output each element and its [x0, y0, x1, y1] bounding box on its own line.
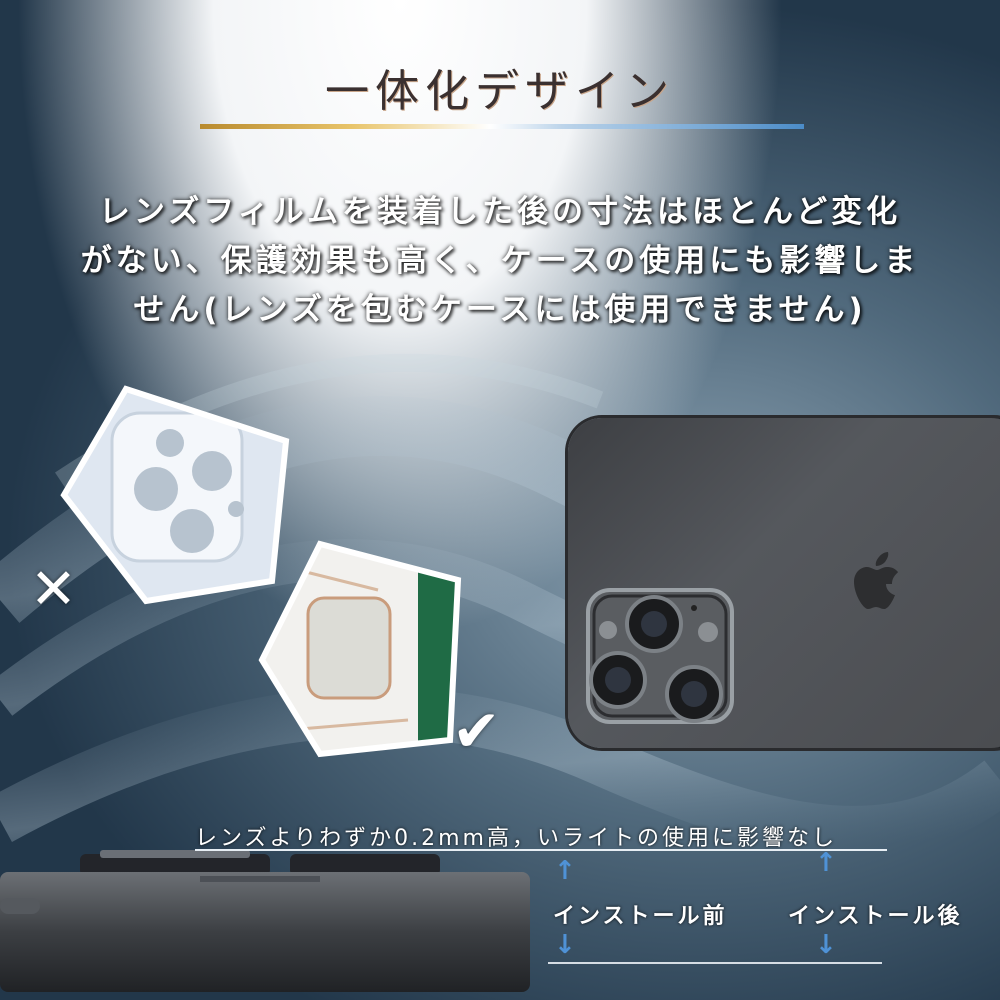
description-line: がない、保護効果も高く、ケースの使用にも影響しま — [80, 243, 920, 279]
arrow-up-icon: ↑ — [815, 848, 837, 878]
compatible-case-image — [258, 540, 462, 758]
note-baseline — [195, 849, 887, 851]
description: レンズフィルムを装着した後の寸法はほとんど変化 がない、保護効果も高く、ケースの… — [20, 188, 980, 335]
phone-back — [568, 418, 1000, 748]
phone-side-view — [0, 850, 530, 992]
page-title: 一体化デザイン — [325, 66, 675, 117]
ng-cross-icon: ✕ — [30, 557, 77, 622]
height-note: レンズよりわずか0.2mm高，いライトの使用に影響なし — [195, 826, 837, 851]
title-underline — [200, 124, 804, 129]
apple-logo-icon — [854, 552, 898, 609]
arrow-up-icon: ↑ — [554, 856, 576, 886]
description-line: レンズフィルムを装着した後の寸法はほとんど変化 — [98, 194, 902, 230]
ok-check-icon: ✔ — [452, 697, 501, 765]
description-line: せん(レンズを包むケースには使用できません) — [133, 292, 867, 328]
label-after-install: インストール後 — [788, 904, 963, 929]
arrow-down-icon: ↓ — [554, 930, 576, 960]
camera-module — [586, 588, 734, 724]
arrow-down-icon: ↓ — [815, 930, 837, 960]
label-before-install: インストール前 — [553, 904, 728, 929]
bottom-baseline — [548, 962, 882, 964]
